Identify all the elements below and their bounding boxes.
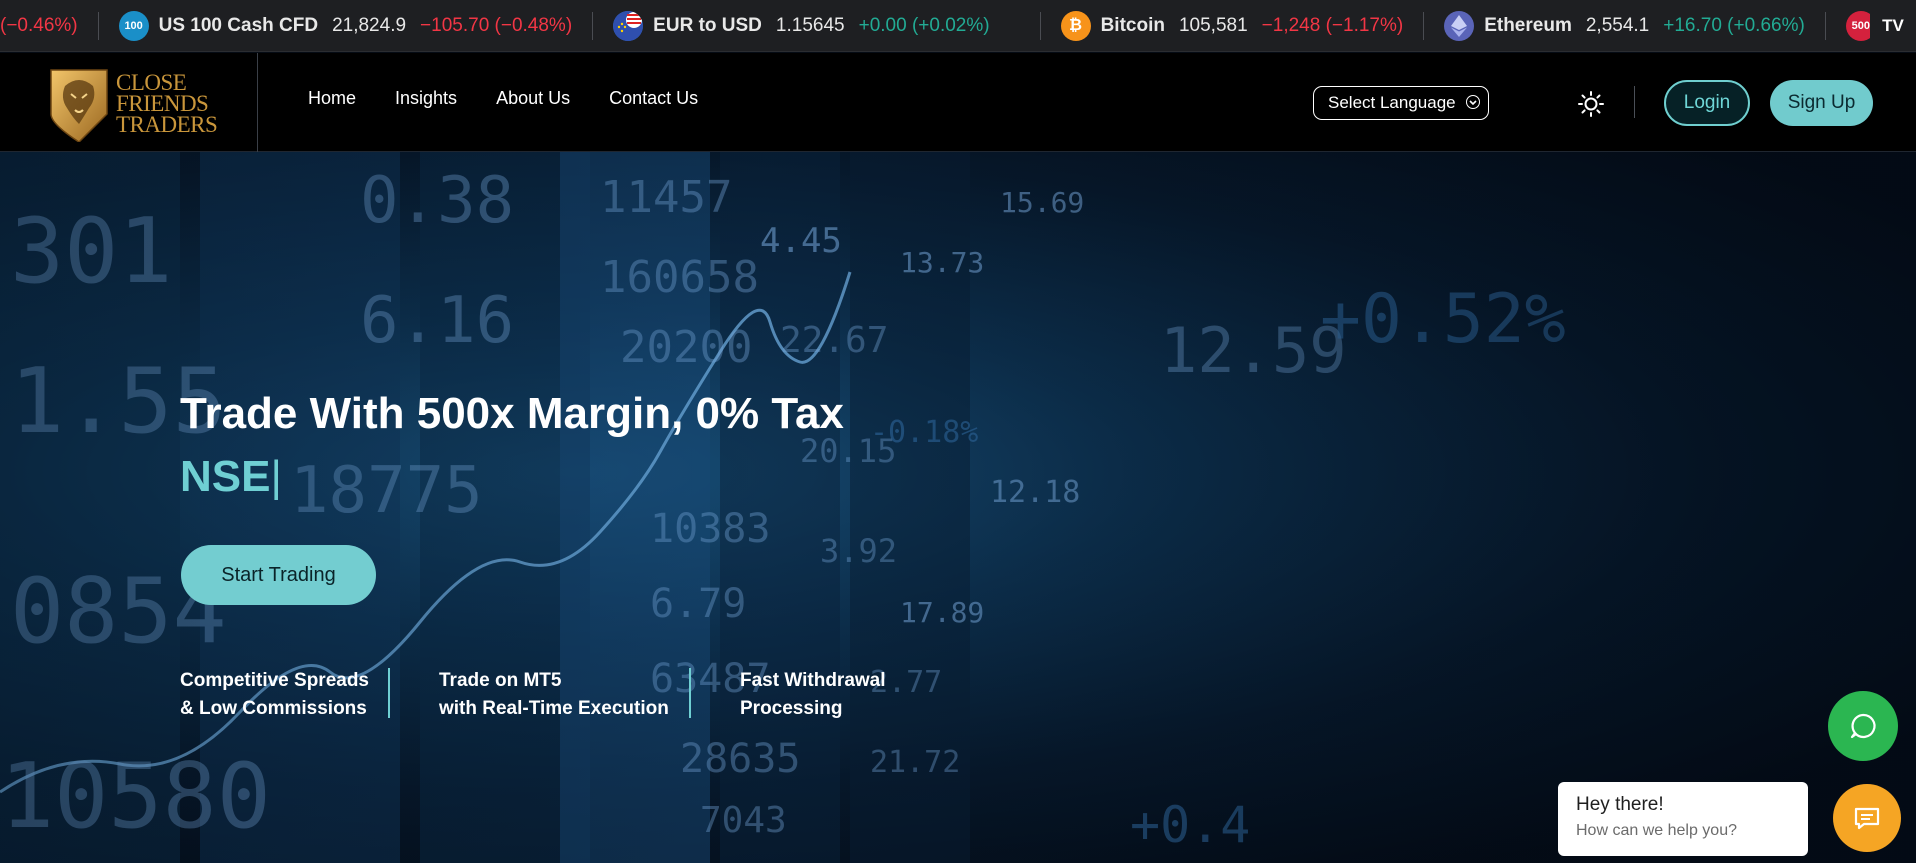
ticker-item-partial[interactable]: (−0.46%) <box>0 0 78 51</box>
ticker-divider <box>1824 11 1826 40</box>
eu-us-flag-icon <box>613 10 644 41</box>
feature-spreads: Competitive Spreads & Low Commissions <box>180 667 369 723</box>
login-button[interactable]: Login <box>1664 80 1750 126</box>
lion-logo-icon <box>50 69 108 142</box>
message-icon <box>1854 807 1880 830</box>
ticker-price: 105,581 <box>1178 14 1248 36</box>
ticker-item-us100[interactable]: 100 US 100 Cash CFD 21,824.9 −105.70 (−0… <box>118 0 573 51</box>
feature-line: & Low Commissions <box>180 698 367 719</box>
typing-cursor: | <box>270 452 282 501</box>
ticker-divider <box>1039 11 1041 40</box>
sun-icon[interactable] <box>1577 90 1605 118</box>
ticker-name: Bitcoin <box>1100 14 1165 36</box>
hero-section: 0.383016.1611457160658202001.55187751038… <box>0 152 1916 863</box>
nav-insights[interactable]: Insights <box>395 88 457 109</box>
site-header: CLOSE FRIENDS TRADERS Home Insights Abou… <box>0 53 1916 152</box>
ticker-item-eurusd[interactable]: EUR to USD 1.15645 +0.00 (+0.02%) <box>613 0 990 51</box>
logo-line: TRADERS <box>116 111 218 137</box>
ticker-change: −105.70 (−0.48%) <box>420 14 573 36</box>
us100-icon: 100 <box>118 10 149 41</box>
ticker-name: Ethereum <box>1484 14 1572 36</box>
feature-line: Trade on MT5 <box>439 670 562 691</box>
signup-button[interactable]: Sign Up <box>1770 80 1873 126</box>
language-select[interactable]: Select Language <box>1313 86 1489 120</box>
feature-line: with Real-Time Execution <box>439 698 669 719</box>
hero-typed-text: NSE| <box>180 452 282 502</box>
main-nav: Home Insights About Us Contact Us <box>308 88 698 109</box>
feature-line: Competitive Spreads <box>180 670 369 691</box>
nav-home[interactable]: Home <box>308 88 356 109</box>
ticker-price: 2,554.1 <box>1585 14 1650 36</box>
ticker-name: US 100 Cash CFD <box>158 14 319 36</box>
hero-overlay <box>0 152 1916 863</box>
site-logo[interactable]: CLOSE FRIENDS TRADERS <box>45 63 230 143</box>
typed-word: NSE <box>180 452 271 501</box>
feature-divider <box>388 668 390 718</box>
ticker-item-ethereum[interactable]: Ethereum 2,554.1 +16.70 (+0.66%) <box>1444 0 1805 51</box>
header-divider <box>1634 86 1635 118</box>
language-select-label: Select Language <box>1328 93 1456 112</box>
chat-prompt: How can we help you? <box>1576 822 1737 839</box>
nav-contact-us[interactable]: Contact Us <box>609 88 698 109</box>
start-trading-button[interactable]: Start Trading <box>181 545 376 605</box>
ticker-divider <box>1423 11 1425 40</box>
hero-headline: Trade With 500x Margin, 0% Tax <box>180 389 844 438</box>
feature-divider <box>689 668 691 718</box>
ethereum-icon <box>1444 10 1475 41</box>
ticker-name: EUR to USD <box>653 14 762 36</box>
logo-wordmark: CLOSE FRIENDS TRADERS <box>116 69 218 137</box>
ticker-divider <box>592 11 594 40</box>
feature-withdrawal: Fast Withdrawal Processing <box>740 667 886 723</box>
ticker-change: +16.70 (+0.66%) <box>1663 14 1805 36</box>
live-chat-button[interactable] <box>1833 784 1901 852</box>
ticker-price: 21,824.9 <box>332 14 407 36</box>
ticker-change: −1,248 (−1.17%) <box>1261 14 1404 36</box>
ticker-change: (−0.46%) <box>0 14 78 36</box>
feature-mt5: Trade on MT5 with Real-Time Execution <box>439 667 669 723</box>
ticker-price: 1.15645 <box>775 14 845 36</box>
ticker-divider <box>97 11 99 40</box>
market-ticker[interactable]: (−0.46%) 100 US 100 Cash CFD 21,824.9 −1… <box>0 0 1916 52</box>
ticker-change: +0.00 (+0.02%) <box>858 14 990 36</box>
feature-line: Fast Withdrawal <box>740 670 886 691</box>
logo-line: FRIENDS <box>116 90 209 116</box>
header-divider <box>257 53 258 152</box>
whatsapp-chat-button[interactable] <box>1828 691 1898 761</box>
feature-line: Processing <box>740 698 843 719</box>
tradingview-logo[interactable]: TV <box>1870 0 1916 51</box>
logo-line: CLOSE <box>116 69 187 95</box>
bitcoin-icon: ₿ <box>1060 10 1091 41</box>
chevron-down-icon <box>1466 95 1480 109</box>
ticker-item-bitcoin[interactable]: ₿ Bitcoin 105,581 −1,248 (−1.17%) <box>1060 0 1404 51</box>
chat-bubble-icon <box>1850 713 1876 739</box>
chat-greeting-popup[interactable]: Hey there! How can we help you? <box>1558 782 1808 856</box>
nav-about-us[interactable]: About Us <box>496 88 570 109</box>
chat-greeting: Hey there! <box>1576 794 1664 815</box>
